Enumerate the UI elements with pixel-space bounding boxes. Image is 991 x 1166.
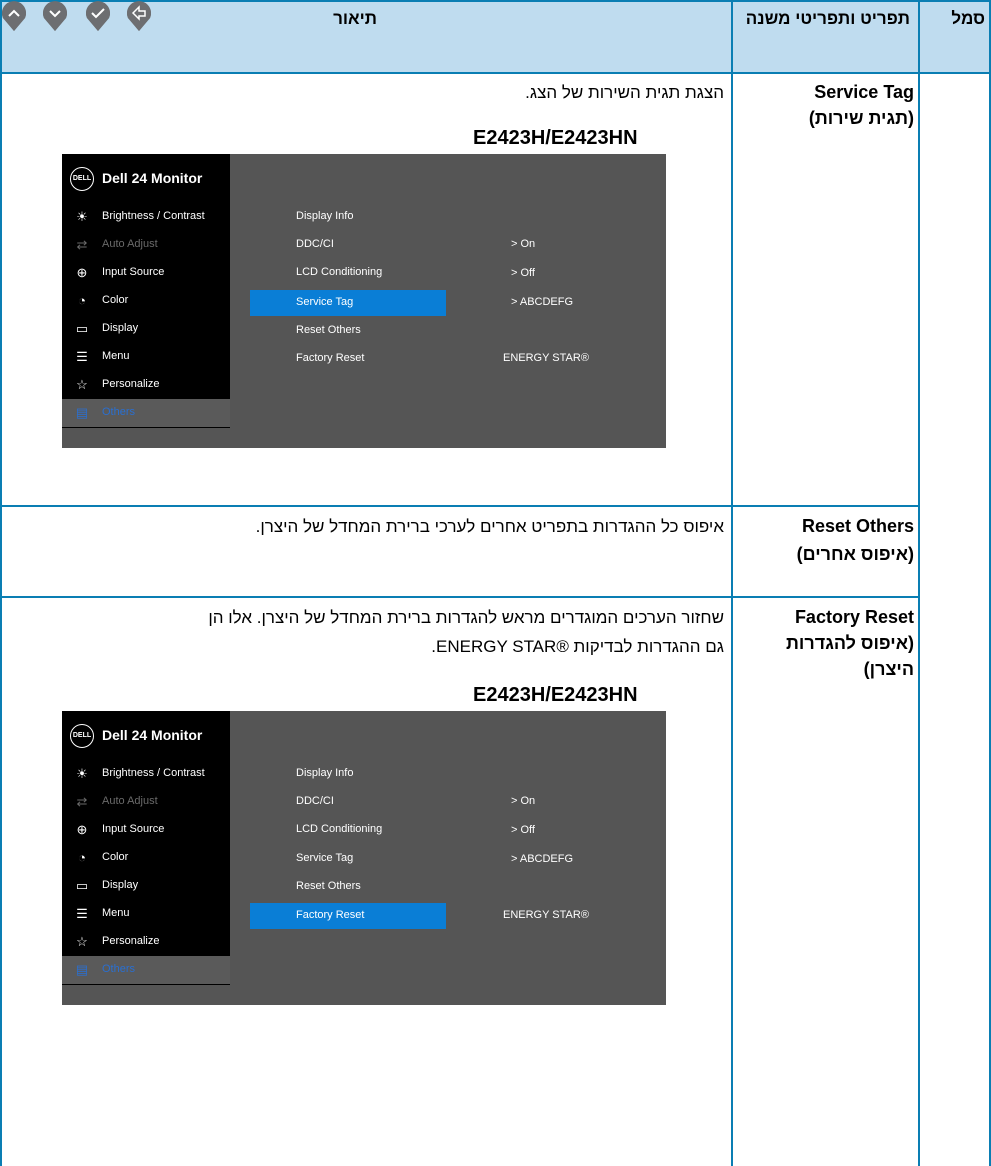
back-button-icon[interactable] bbox=[125, 0, 153, 32]
down-button-icon[interactable] bbox=[41, 0, 69, 32]
osd-sub-factory-reset[interactable]: Factory Reset bbox=[250, 903, 446, 929]
osd-menu-display[interactable]: ▭ Display bbox=[62, 872, 230, 900]
header-divider bbox=[0, 72, 991, 74]
star-icon: ☆ bbox=[76, 934, 88, 949]
up-button-icon[interactable] bbox=[0, 0, 28, 32]
display-icon: ▭ bbox=[75, 878, 89, 893]
auto-adjust-icon: ⇄ bbox=[76, 794, 88, 809]
row-reset-others-description: איפוס כל ההגדרות בתפריט אחרים לערכי בריר… bbox=[255, 517, 724, 536]
row-factory-reset-name-he-1: (איפוס להגדרות bbox=[786, 633, 914, 653]
row-service-tag-name: Service Tag bbox=[814, 82, 914, 102]
color-icon: ◔ bbox=[78, 850, 86, 865]
osd-menu-menu[interactable]: ☰ Menu bbox=[62, 900, 230, 928]
input-source-icon: ⊕ bbox=[76, 822, 88, 837]
osd-menu-personalize[interactable]: ☆ Personalize bbox=[62, 371, 230, 399]
row-factory-reset-name-he-2: היצרן) bbox=[863, 659, 914, 679]
osd-menu-auto-adjust[interactable]: ⇄ Auto Adjust bbox=[62, 788, 230, 816]
osd-sub-lcd-conditioning[interactable]: LCD Conditioning bbox=[250, 260, 446, 286]
osd-sub-factory-reset[interactable]: Factory Reset bbox=[250, 346, 446, 372]
osd-menu-others[interactable]: ▤ Others bbox=[62, 956, 230, 984]
osd-title: Dell 24 Monitor bbox=[102, 170, 203, 186]
color-icon: ◔ bbox=[78, 293, 86, 308]
osd-value-service-tag: > ABCDEFG bbox=[511, 296, 574, 308]
header-symbol: סמל bbox=[951, 9, 985, 28]
osd-menu-input-source[interactable]: ⊕ Input Source bbox=[62, 816, 230, 844]
osd-value-service-tag: > ABCDEFG bbox=[511, 853, 574, 865]
row-service-tag-description: הצגת תגית השירות של הצג. bbox=[525, 83, 724, 102]
osd-menu-auto-adjust[interactable]: ⇄ Auto Adjust bbox=[62, 231, 230, 259]
osd-sub-display-info[interactable]: Display Info bbox=[250, 761, 446, 787]
osd-menu-display[interactable]: ▭ Display bbox=[62, 315, 230, 343]
row-divider-2 bbox=[0, 596, 919, 598]
row-factory-reset-description-2: גם ההגדרות לבדיקות ®ENERGY STAR. bbox=[431, 637, 724, 656]
auto-adjust-icon: ⇄ bbox=[76, 237, 88, 252]
osd-sub-ddc-ci[interactable]: DDC/CI bbox=[250, 789, 446, 815]
row-reset-others-name: Reset Others bbox=[801, 516, 914, 536]
osd-menu-input-source[interactable]: ⊕ Input Source bbox=[62, 259, 230, 287]
osd-value-ddc: > On bbox=[511, 238, 536, 250]
osd-sub-service-tag[interactable]: Service Tag bbox=[250, 846, 446, 872]
osd-sub-ddc-ci[interactable]: DDC/CI bbox=[250, 232, 446, 258]
osd-menu-color[interactable]: ◔ Color bbox=[62, 287, 230, 315]
header-menu: תפריט ותפריטי משנה bbox=[745, 9, 910, 28]
row-divider-1 bbox=[0, 505, 919, 507]
row-factory-reset-description-1: שחזור הערכים המוגדרים מראש להגדרות ברירת… bbox=[208, 608, 724, 627]
dell-logo-icon: DELL bbox=[70, 724, 94, 748]
osd-sub-service-tag[interactable]: Service Tag bbox=[250, 290, 446, 316]
osd-value-energy-star: ENERGY STAR® bbox=[503, 909, 589, 921]
osd-value-lcd: > Off bbox=[511, 824, 535, 836]
dell-logo-icon: DELL bbox=[70, 167, 94, 191]
star-icon: ☆ bbox=[76, 377, 88, 392]
row-factory-reset-name: Factory Reset bbox=[794, 607, 914, 627]
header-description: תיאור bbox=[333, 9, 377, 28]
osd-menu-color[interactable]: ◔ Color bbox=[62, 844, 230, 872]
input-source-icon: ⊕ bbox=[76, 265, 88, 280]
osd-menu-brightness[interactable]: ☀ Brightness / Contrast bbox=[62, 760, 230, 788]
osd-value-ddc: > On bbox=[511, 795, 536, 807]
model-label: E2423H/E2423HN bbox=[473, 127, 638, 149]
osd-menu-menu[interactable]: ☰ Menu bbox=[62, 343, 230, 371]
menu-icon: ☰ bbox=[76, 906, 88, 921]
osd-sub-display-info[interactable]: Display Info bbox=[250, 204, 446, 230]
table-border-left bbox=[0, 0, 2, 1166]
others-icon: ▤ bbox=[75, 405, 89, 420]
osd-sub-reset-others[interactable]: Reset Others bbox=[250, 874, 446, 900]
column-divider-menu bbox=[918, 0, 920, 1166]
osd-menu-brightness[interactable]: ☀ Brightness / Contrast bbox=[62, 203, 230, 231]
row-service-tag-name-he: (תגית שירות) bbox=[808, 108, 914, 128]
display-icon: ▭ bbox=[75, 321, 89, 336]
osd-screenshot-service-tag: DELL Dell 24 Monitor ☀ Brightness / Contr… bbox=[62, 154, 666, 448]
osd-screenshot-factory-reset: DELL Dell 24 Monitor ☀ Brightness / Contr… bbox=[62, 711, 666, 1005]
osd-value-lcd: > Off bbox=[511, 267, 535, 279]
osd-sub-lcd-conditioning[interactable]: LCD Conditioning bbox=[250, 817, 446, 843]
brightness-icon: ☀ bbox=[76, 209, 88, 224]
model-label: E2423H/E2423HN bbox=[473, 684, 638, 706]
row-reset-others-name-he: (איפוס אחרים) bbox=[796, 544, 914, 564]
confirm-button-icon[interactable] bbox=[84, 0, 112, 32]
osd-value-energy-star: ENERGY STAR® bbox=[503, 352, 589, 364]
osd-menu-others[interactable]: ▤ Others bbox=[62, 399, 230, 427]
column-divider-description bbox=[731, 0, 733, 1166]
brightness-icon: ☀ bbox=[76, 766, 88, 781]
osd-menu-personalize[interactable]: ☆ Personalize bbox=[62, 928, 230, 956]
osd-sub-reset-others[interactable]: Reset Others bbox=[250, 318, 446, 344]
menu-icon: ☰ bbox=[76, 349, 88, 364]
others-icon: ▤ bbox=[75, 962, 89, 977]
osd-title: Dell 24 Monitor bbox=[102, 727, 203, 743]
